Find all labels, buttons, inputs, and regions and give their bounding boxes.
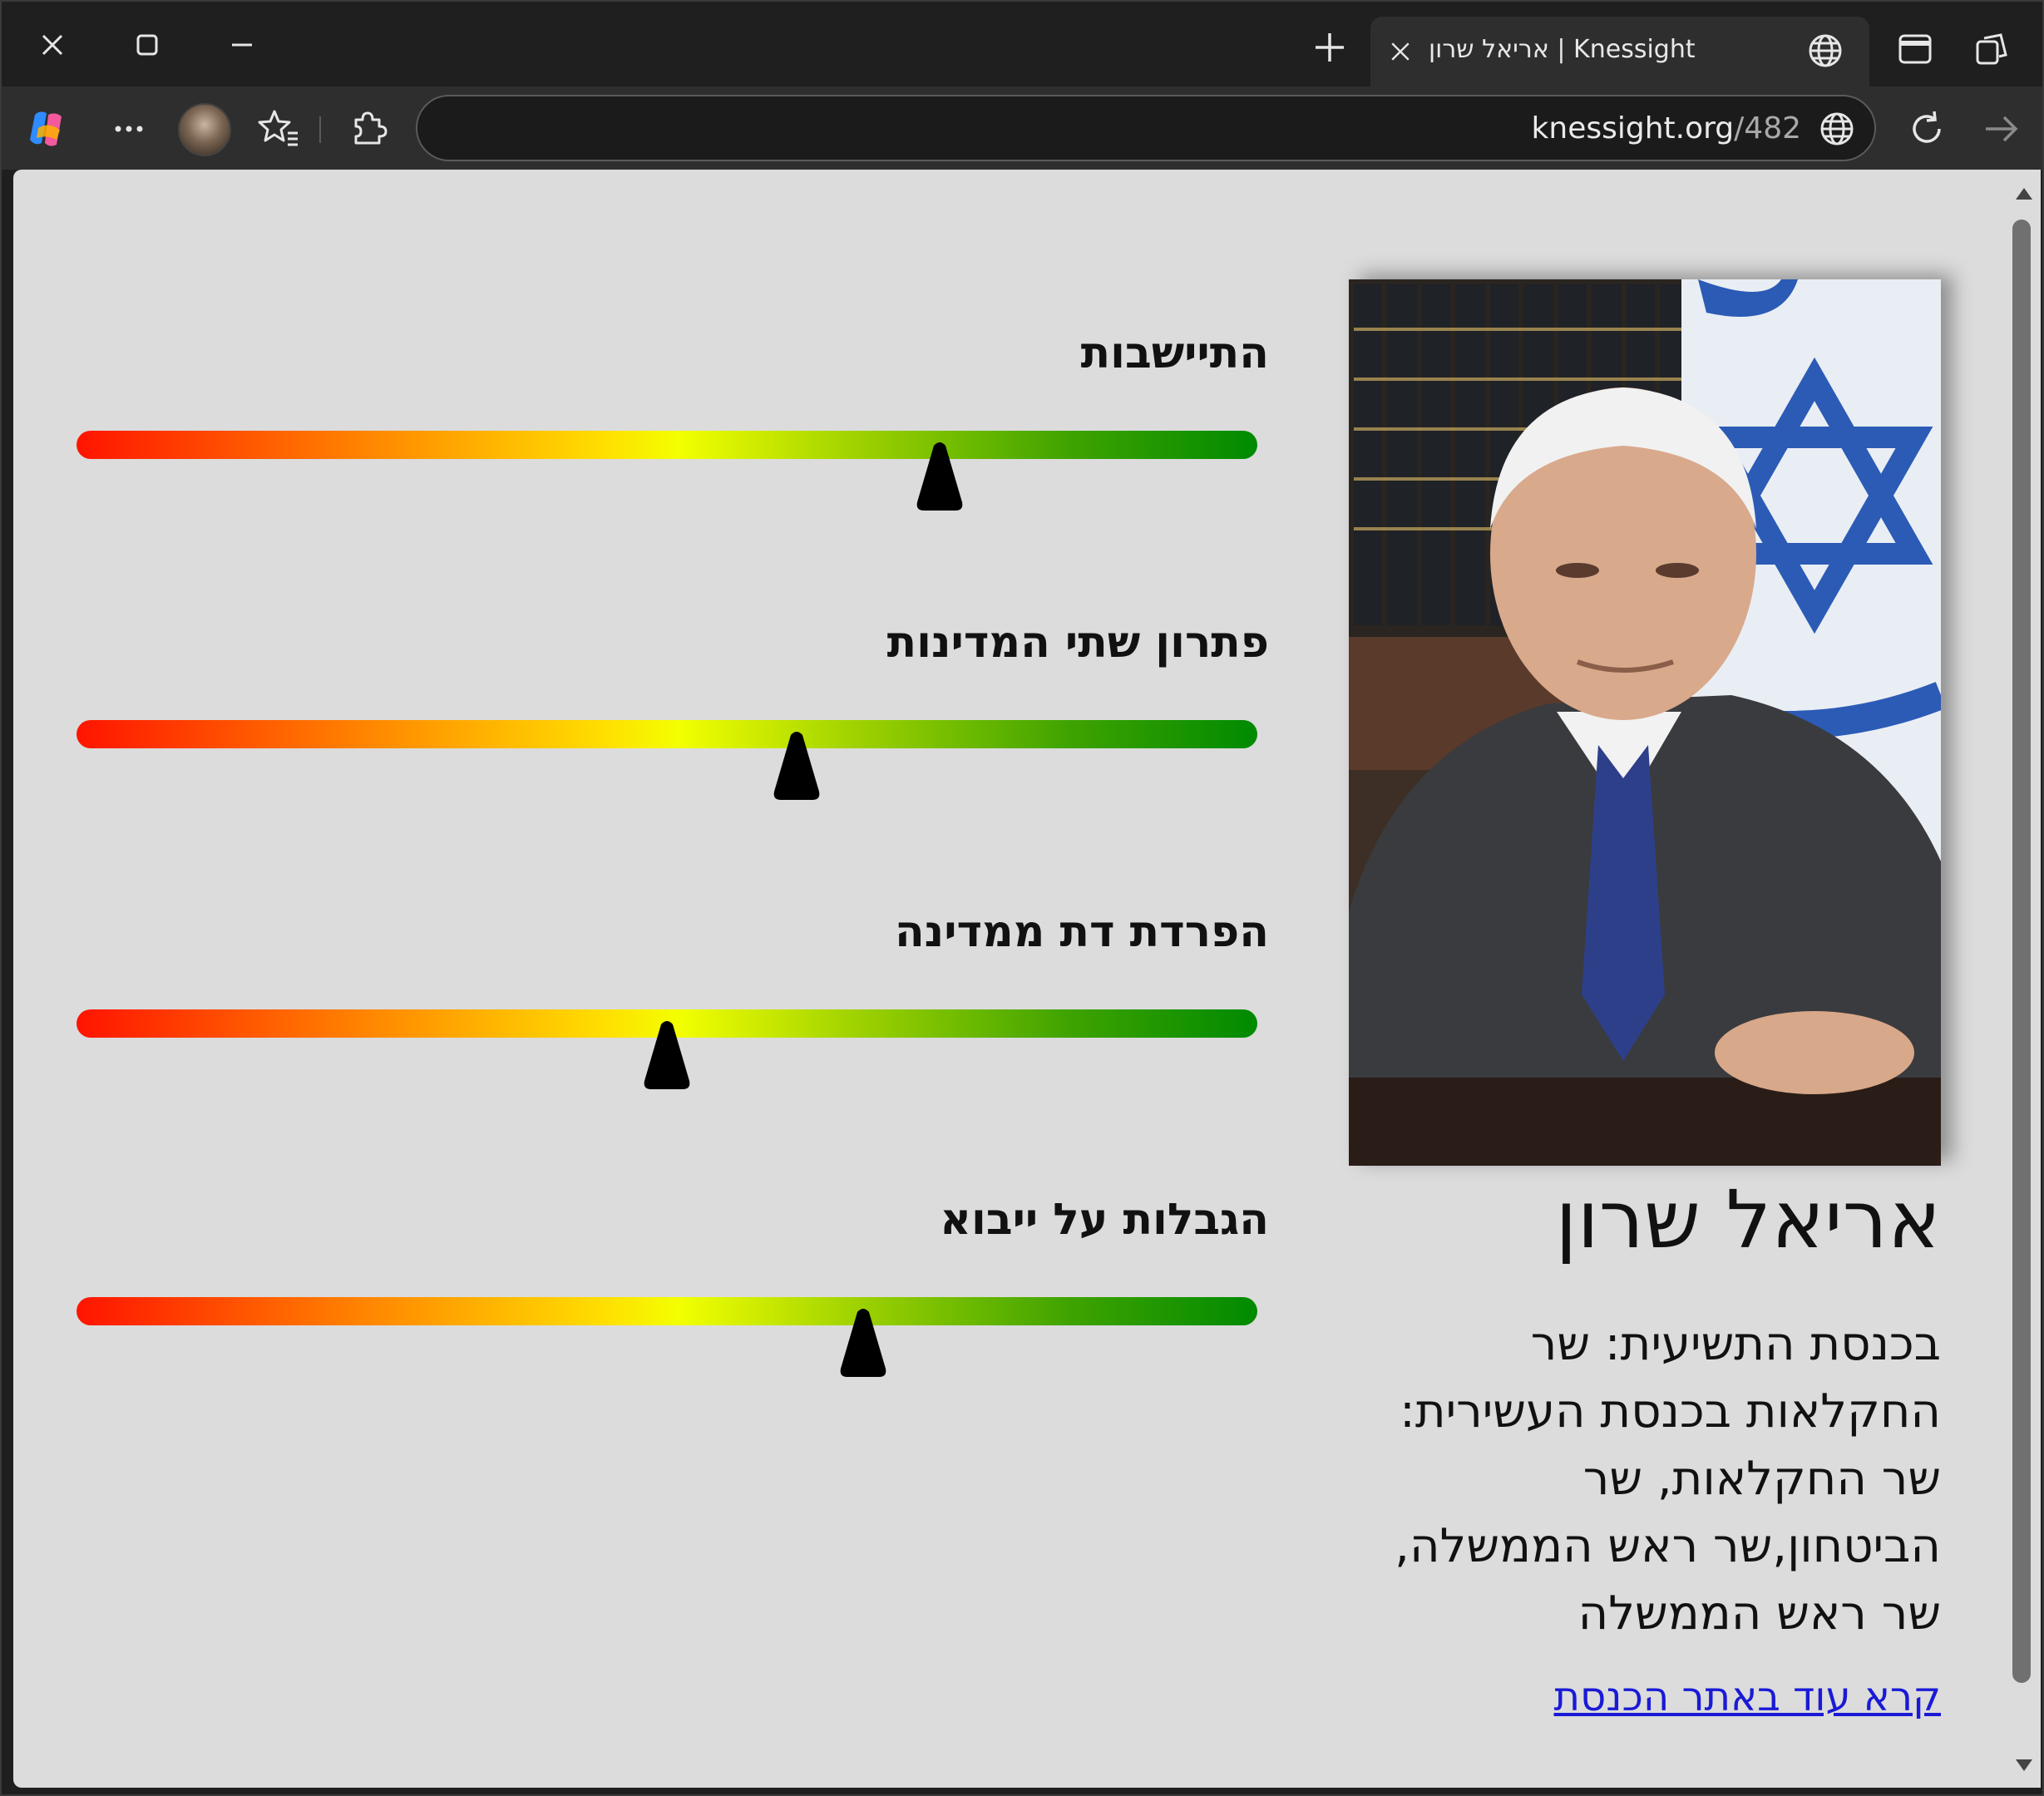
new-tab-button[interactable]	[1309, 27, 1350, 68]
person-description: בכנסת התשיעית: שר החקלאות בכנסת העשירית:…	[1395, 1317, 1941, 1641]
person-name: אריאל שרון	[1555, 1173, 1941, 1266]
page-content: אריאל שרון בכנסת התשיעית: שר החקלאות בכנ…	[13, 170, 2004, 1788]
favorites-icon	[258, 110, 298, 146]
copilot-button[interactable]	[23, 105, 72, 153]
url-domain: knessight.org	[1531, 111, 1735, 146]
maximize-icon	[136, 34, 158, 56]
sidebar-icon[interactable]	[1896, 30, 1934, 68]
toolbar-separator	[319, 116, 321, 143]
url-path: /482	[1734, 111, 1801, 146]
topic-title-settlement: התיישבות	[1080, 328, 1269, 378]
tab-title: אריאל שרון | Knessight	[1429, 35, 1696, 64]
reload-button[interactable]	[1903, 105, 1951, 153]
close-icon	[42, 34, 63, 56]
tab-close-button[interactable]	[1387, 38, 1414, 65]
url-text: knessight.org/482	[1532, 111, 1801, 146]
more-icon	[115, 126, 143, 132]
scroll-down-arrow-icon[interactable]	[2016, 1759, 2032, 1771]
reload-icon	[1913, 111, 1941, 143]
minimize-icon	[232, 43, 252, 47]
topic-bar-two-state	[77, 720, 1257, 748]
address-bar[interactable]: knessight.org/482	[416, 95, 1876, 161]
active-tab[interactable]: אריאל שרון | Knessight	[1370, 17, 1869, 86]
extensions-button[interactable]	[343, 105, 391, 153]
profile-avatar[interactable]	[178, 103, 231, 156]
topic-title-two-state: פתרון שתי המדינות	[886, 618, 1269, 668]
minimize-window-button[interactable]	[205, 13, 279, 76]
favorites-button[interactable]	[254, 105, 303, 153]
forward-button[interactable]	[1977, 105, 2026, 153]
site-info-globe-icon[interactable]	[1818, 110, 1856, 148]
globe-icon	[1809, 34, 1842, 67]
read-more-link[interactable]: קרא עוד באתר הכנסת	[1311, 1668, 1941, 1726]
close-window-button[interactable]	[15, 13, 90, 76]
workspaces-icon[interactable]	[1972, 30, 2011, 68]
topic-marker-import-limits	[840, 1309, 886, 1377]
topic-bar-import-limits	[77, 1297, 1257, 1325]
scrollbar-thumb[interactable]	[2012, 220, 2031, 1683]
maximize-window-button[interactable]	[110, 13, 185, 76]
extensions-icon	[354, 111, 388, 145]
topic-marker-two-state	[773, 732, 820, 800]
browser-window: אריאל שרון | Knessight knessight.org/482…	[0, 0, 2044, 1796]
browser-toolbar: knessight.org/482	[2, 86, 2042, 170]
topic-marker-settlement	[916, 442, 963, 511]
topic-marker-religion-state	[644, 1021, 690, 1089]
scroll-up-arrow-icon[interactable]	[2016, 188, 2032, 200]
title-bar: אריאל שרון | Knessight	[2, 2, 2042, 86]
new-tab-icon	[1316, 33, 1344, 62]
topic-title-religion-state: הפרדת דת ממדינה	[894, 907, 1269, 957]
tab-close-icon	[1391, 42, 1410, 61]
profile-photo	[1349, 279, 1941, 1166]
forward-icon	[1986, 116, 2018, 142]
copilot-icon	[30, 111, 62, 146]
topic-title-import-limits: הגבלות על ייבוא	[940, 1195, 1269, 1245]
page-scrollbar[interactable]	[2004, 170, 2041, 1788]
topic-bar-settlement	[77, 431, 1257, 459]
more-button[interactable]	[105, 105, 153, 153]
